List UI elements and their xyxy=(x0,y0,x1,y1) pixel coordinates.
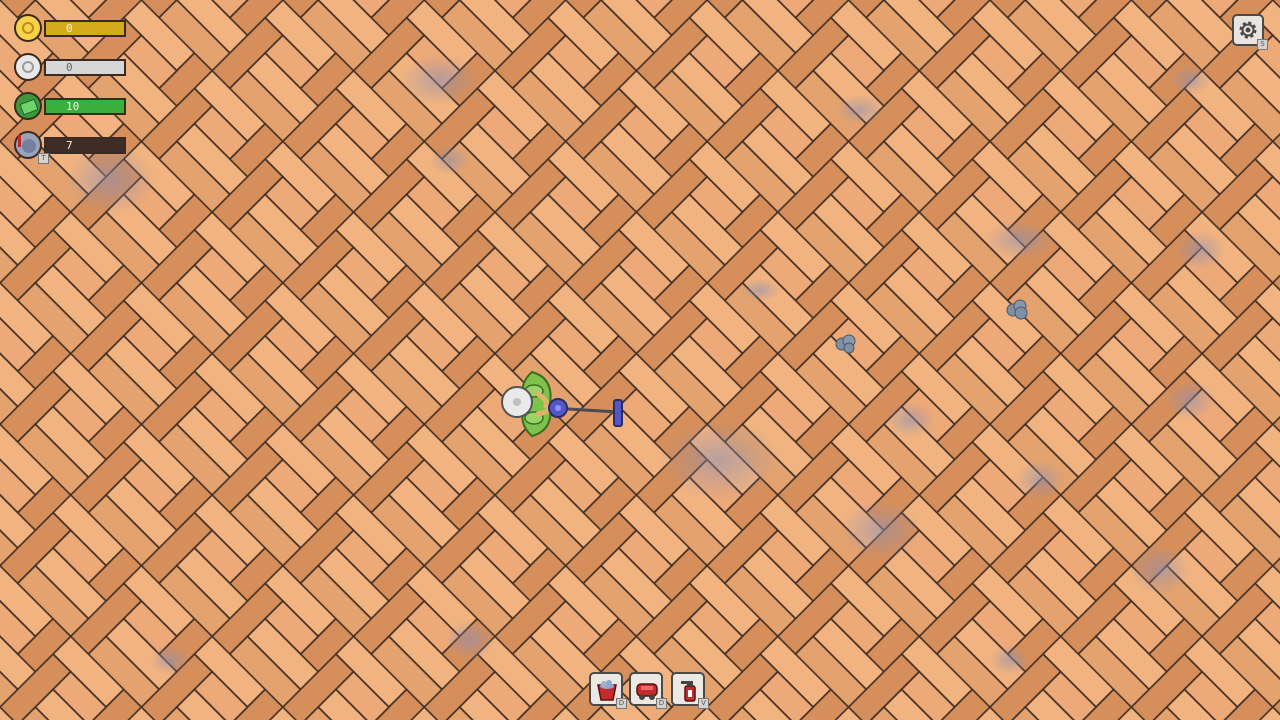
cash-counter: 10 xyxy=(14,92,126,122)
silver-bar-fill xyxy=(46,61,124,74)
cash-bar-fill xyxy=(46,100,124,113)
spray-tool-button[interactable]: V xyxy=(671,672,709,709)
cash-value: 10 xyxy=(66,100,80,113)
dust-counter: 7 T xyxy=(14,131,126,164)
silver-value: 0 xyxy=(66,61,73,74)
dust-bar-fill xyxy=(46,139,124,152)
settings-key-hint: S xyxy=(1257,39,1268,50)
spray-key-hint: V xyxy=(698,698,709,709)
coin-bar-fill xyxy=(46,22,124,35)
silver-counter: 0 xyxy=(14,53,126,83)
gold-coin-icon xyxy=(14,14,42,42)
bucket-key-hint: D xyxy=(616,698,627,709)
dust-key-hint: T xyxy=(38,153,49,164)
parquet-floor xyxy=(0,0,1280,720)
gear-icon xyxy=(1239,21,1257,39)
vacuum-key-hint: D xyxy=(656,698,667,709)
coin-value: 0 xyxy=(66,22,73,35)
dust-clump[interactable] xyxy=(1004,298,1030,322)
bucket-tool-button[interactable]: D xyxy=(589,672,627,709)
silver-coin-icon xyxy=(14,53,42,81)
settings-button[interactable]: S xyxy=(1232,14,1268,50)
dust-clump[interactable] xyxy=(834,333,858,355)
player-character xyxy=(501,370,623,438)
coin-counter: 0 xyxy=(14,14,126,44)
cash-icon xyxy=(14,92,42,120)
dust-value: 7 xyxy=(66,139,73,152)
vacuum-tool-button[interactable]: D xyxy=(629,672,667,709)
